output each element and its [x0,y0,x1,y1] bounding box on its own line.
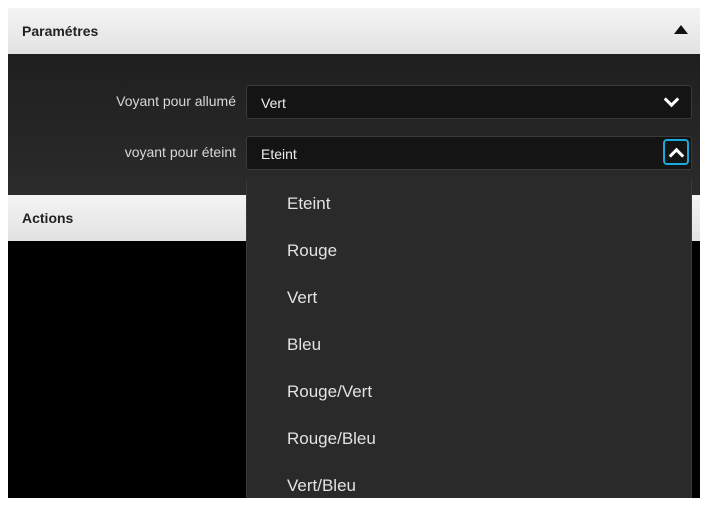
params-section-title: Paramétres [22,23,99,39]
led-off-value: Eteint [261,146,297,162]
led-on-label: Voyant pour allumé [116,93,236,109]
dropdown-option-rouge-bleu[interactable]: Rouge/Bleu [247,415,691,462]
led-off-dropdown-list: Eteint Rouge Vert Bleu Rouge/Vert Rouge/… [246,180,692,498]
dropdown-option-rouge[interactable]: Rouge [247,227,691,274]
dropdown-toggle-button[interactable] [663,139,689,165]
led-off-label: voyant pour éteint [124,144,236,160]
dropdown-option-vert[interactable]: Vert [247,274,691,321]
led-on-select[interactable]: Vert [246,85,692,119]
dropdown-option-bleu[interactable]: Bleu [247,321,691,368]
dropdown-option-eteint[interactable]: Eteint [247,180,691,227]
settings-panel: Paramétres Voyant pour allumé Vert voyan… [8,8,700,498]
collapse-triangle-icon[interactable] [674,25,688,34]
params-section-body: Voyant pour allumé Vert voyant pour étei… [8,54,700,195]
chevron-down-icon[interactable] [663,91,680,108]
led-off-select[interactable]: Eteint [246,136,692,170]
led-on-value: Vert [261,95,286,111]
chevron-up-icon [668,147,685,164]
actions-section-title: Actions [22,210,74,226]
dropdown-option-vert-bleu[interactable]: Vert/Bleu [247,462,691,509]
params-section-header[interactable]: Paramétres [8,8,700,54]
dropdown-option-rouge-vert[interactable]: Rouge/Vert [247,368,691,415]
